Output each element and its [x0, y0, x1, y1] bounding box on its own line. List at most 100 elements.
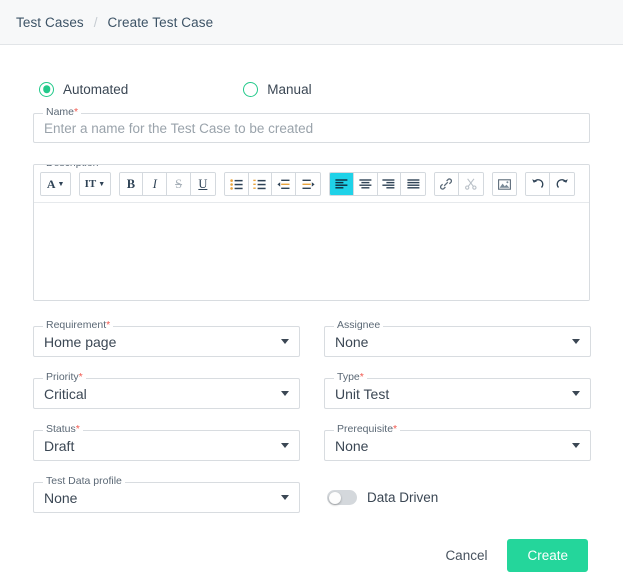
breadcrumb-parent-test-cases[interactable]: Test Cases — [16, 15, 84, 30]
requirement-label: Requirement* — [43, 319, 114, 331]
undo-button[interactable] — [526, 173, 551, 195]
type-label-text: Type — [337, 371, 360, 383]
test-case-mode-group: Automated Manual — [33, 72, 590, 106]
link-button[interactable] — [435, 173, 459, 195]
test-data-profile-select[interactable]: Test Data profile None — [33, 475, 300, 513]
redo-button[interactable] — [550, 173, 574, 195]
name-required-asterisk: * — [74, 106, 79, 118]
cut-button[interactable] — [458, 173, 483, 195]
toolbar-group-lists — [223, 172, 321, 196]
chevron-down-icon[interactable] — [572, 339, 580, 344]
name-field[interactable]: Name* — [33, 106, 590, 143]
chevron-down-icon[interactable] — [281, 339, 289, 344]
toolbar-group-alignment — [328, 172, 427, 196]
cancel-button[interactable]: Cancel — [431, 540, 501, 571]
chevron-down-icon[interactable] — [281, 391, 289, 396]
toolbar-group-image — [491, 172, 518, 196]
assignee-value: None — [335, 333, 369, 350]
prerequisite-required-asterisk: * — [393, 423, 398, 435]
prerequisite-label-text: Prerequisite — [337, 423, 394, 435]
test-case-attributes-grid: Requirement* Home page Assignee None Pri… — [33, 319, 591, 513]
bold-button[interactable]: B — [119, 173, 144, 195]
toolbar-group-inline-format: B I S U — [118, 172, 216, 196]
underline-glyph: U — [198, 176, 208, 191]
breadcrumb-current-create-test-case: Create Test Case — [107, 14, 214, 30]
requirement-select[interactable]: Requirement* Home page — [33, 319, 300, 357]
prerequisite-select[interactable]: Prerequisite* None — [324, 423, 591, 461]
toolbar-group-font: IT ▼ — [79, 172, 111, 196]
prerequisite-value: None — [335, 437, 369, 454]
test-data-profile-label-text: Test Data profile — [46, 475, 122, 487]
unordered-list-icon — [229, 178, 243, 190]
data-driven-toggle[interactable] — [327, 490, 357, 505]
outdent-icon — [277, 179, 290, 189]
toggle-knob — [328, 491, 341, 504]
description-toolbar: A ▼ IT ▼ B I S U — [34, 165, 589, 203]
align-justify-button[interactable] — [401, 173, 426, 195]
radio-option-automated[interactable]: Automated — [39, 81, 128, 97]
indent-button[interactable] — [296, 173, 320, 195]
undo-icon — [532, 179, 544, 188]
create-button[interactable]: Create — [507, 539, 588, 572]
radio-icon-automated[interactable] — [39, 81, 54, 97]
font-format-dropdown[interactable]: IT ▼ — [80, 173, 110, 195]
align-right-icon — [382, 179, 395, 189]
status-select[interactable]: Status* Draft — [33, 423, 300, 461]
breadcrumb-separator: / — [93, 14, 98, 30]
requirement-label-text: Requirement — [46, 319, 107, 331]
assignee-select[interactable]: Assignee None — [324, 319, 591, 357]
prerequisite-label: Prerequisite* — [334, 423, 401, 435]
status-label: Status* — [43, 423, 83, 435]
outdent-button[interactable] — [272, 173, 297, 195]
strikethrough-button[interactable]: S — [167, 173, 191, 195]
priority-select[interactable]: Priority* Critical — [33, 371, 300, 409]
font-format-glyph: IT — [84, 178, 97, 190]
radio-option-manual[interactable]: Manual — [243, 81, 312, 97]
chevron-down-icon[interactable] — [572, 443, 580, 448]
status-value: Draft — [44, 437, 75, 454]
chevron-down-icon[interactable] — [281, 495, 289, 500]
align-center-button[interactable] — [353, 173, 378, 195]
status-required-asterisk: * — [75, 423, 80, 435]
description-field-label: Description — [43, 165, 102, 169]
type-required-asterisk: * — [359, 371, 364, 383]
align-justify-icon — [407, 179, 420, 189]
create-test-case-form: Automated Manual Name* Description A ▼ — [0, 72, 623, 572]
assignee-label: Assignee — [334, 319, 384, 331]
priority-label-text: Priority — [46, 371, 79, 383]
align-right-button[interactable] — [377, 173, 402, 195]
page-header: Test Cases / Create Test Case — [0, 0, 623, 45]
name-field-wrapper: Name* — [33, 106, 590, 143]
priority-label: Priority* — [43, 371, 86, 383]
toolbar-group-insert — [434, 172, 484, 196]
ordered-list-icon — [253, 179, 267, 189]
name-input[interactable] — [34, 114, 589, 142]
italic-glyph: I — [152, 176, 157, 191]
align-left-button[interactable] — [329, 173, 354, 195]
indent-icon — [302, 179, 315, 189]
text-color-dropdown[interactable]: A ▼ — [41, 173, 71, 195]
insert-image-button[interactable] — [492, 173, 517, 195]
bold-glyph: B — [126, 176, 136, 191]
chevron-down-icon[interactable] — [281, 443, 289, 448]
underline-button[interactable]: U — [191, 173, 215, 195]
radio-label-manual: Manual — [267, 81, 312, 97]
ordered-list-button[interactable] — [248, 173, 273, 195]
test-data-profile-label: Test Data profile — [43, 475, 125, 487]
type-select[interactable]: Type* Unit Test — [324, 371, 591, 409]
toolbar-group-history — [525, 172, 575, 196]
data-driven-row: Data Driven — [324, 482, 591, 513]
unordered-list-button[interactable] — [224, 173, 249, 195]
priority-value: Critical — [44, 385, 87, 402]
chevron-down-icon[interactable] — [572, 391, 580, 396]
italic-button[interactable]: I — [143, 173, 168, 195]
data-driven-label: Data Driven — [367, 490, 439, 505]
type-value: Unit Test — [335, 385, 390, 402]
type-label: Type* — [334, 371, 367, 383]
description-editor-body[interactable] — [34, 203, 589, 300]
radio-icon-manual[interactable] — [243, 81, 259, 97]
status-label-text: Status — [46, 423, 76, 435]
image-icon — [498, 178, 511, 190]
test-data-profile-value: None — [44, 489, 78, 506]
chevron-down-icon: ▼ — [98, 180, 106, 188]
